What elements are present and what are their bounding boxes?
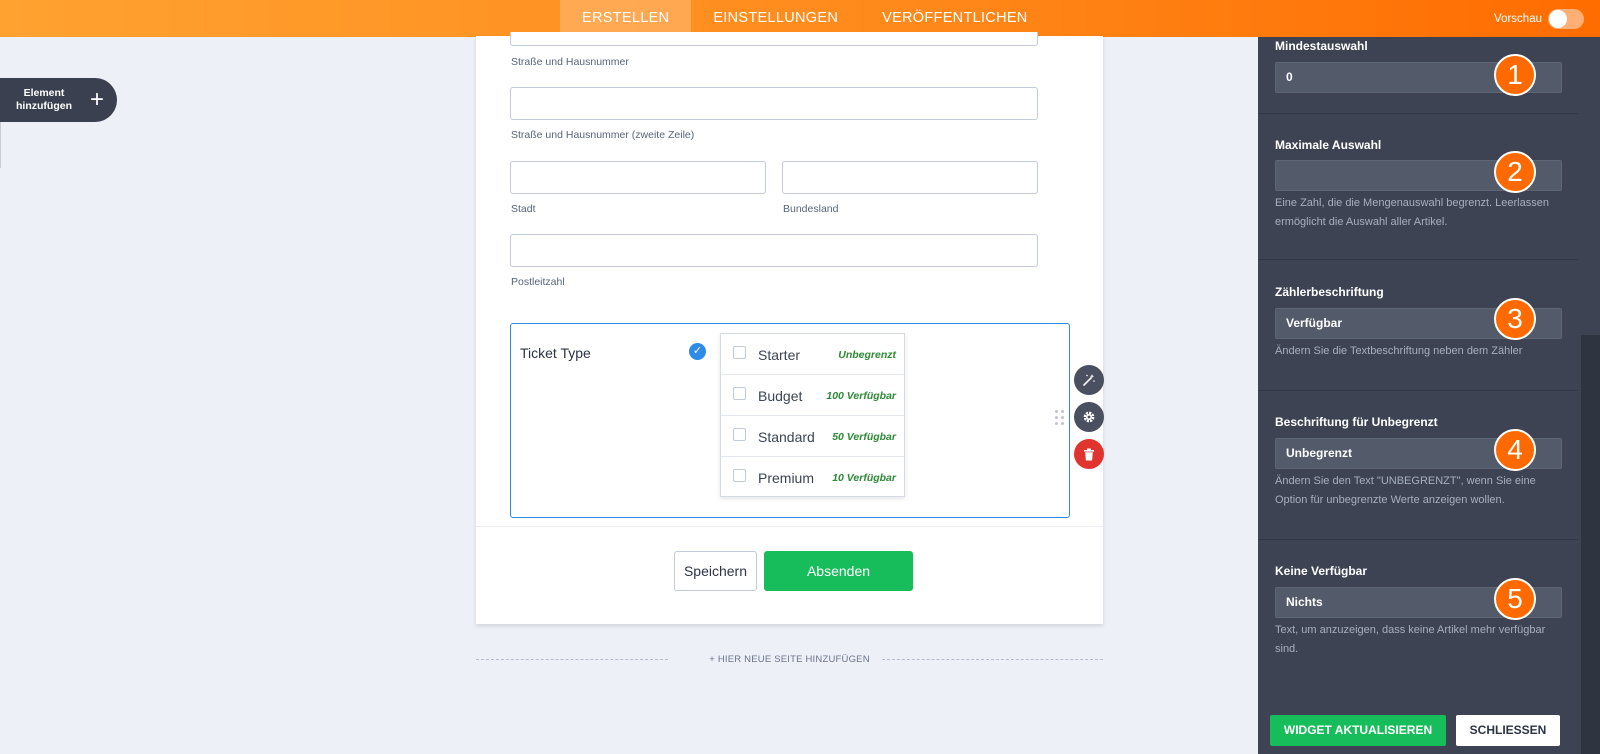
street-input[interactable] — [510, 32, 1038, 46]
preview-toggle[interactable] — [1548, 8, 1584, 29]
section-max-selection: Maximale Auswahl Eine Zahl, die die Meng… — [1258, 114, 1578, 260]
add-element-label: Element hinzufügen — [16, 87, 72, 112]
option-name: Starter — [758, 347, 801, 363]
magic-wand-icon[interactable] — [1074, 365, 1104, 395]
list-item[interactable]: Budget 100 Verfügbar — [721, 375, 904, 416]
step-badge: 2 — [1494, 151, 1536, 193]
add-element-button[interactable]: Element hinzufügen + — [0, 78, 117, 122]
checkbox[interactable] — [733, 428, 746, 441]
option-name: Budget — [758, 388, 803, 404]
update-widget-button[interactable]: WIDGET AKTUALISIEREN — [1270, 715, 1446, 746]
zip-label: Postleitzahl — [511, 276, 565, 288]
section-title: Beschriftung für Unbegrenzt — [1275, 415, 1438, 429]
step-badge: 1 — [1494, 54, 1536, 96]
ticket-type-label: Ticket Type — [520, 345, 591, 361]
add-page-label: + HIER NEUE SEITE HINZUFÜGEN — [709, 654, 870, 665]
form-card: Straße und Hausnummer Straße und Hausnum… — [476, 32, 1103, 624]
list-item[interactable]: Starter Unbegrenzt — [721, 334, 904, 375]
option-name: Premium — [758, 470, 815, 486]
state-input[interactable] — [782, 161, 1038, 194]
panel-footer: WIDGET AKTUALISIEREN SCHLIESSEN — [1258, 706, 1580, 754]
preview-control: Vorschau — [1494, 0, 1584, 37]
add-page-link[interactable]: + HIER NEUE SEITE HINZUFÜGEN — [476, 652, 1103, 668]
section-counter-label: Zählerbeschriftung Verfügbar Ändern Sie … — [1258, 260, 1578, 391]
section-unlimited-label: Beschriftung für Unbegrenzt Unbegrenzt Ä… — [1258, 391, 1578, 540]
state-label: Bundesland — [783, 203, 839, 215]
checkbox[interactable] — [733, 469, 746, 482]
section-help: Text, um anzuzeigen, dass keine Artikel … — [1275, 624, 1546, 655]
checkmark-icon: ✓ — [689, 343, 706, 360]
save-button[interactable]: Speichern — [674, 551, 757, 591]
section-min-selection: Mindestauswahl 0 1 — [1258, 37, 1578, 114]
properties-panel: Mindestauswahl 0 1 Maximale Auswahl Eine… — [1258, 37, 1600, 754]
checkbox[interactable] — [733, 387, 746, 400]
card-divider — [476, 526, 1103, 527]
gear-icon[interactable] — [1074, 402, 1104, 432]
section-title: Maximale Auswahl — [1275, 138, 1382, 152]
checkbox[interactable] — [733, 346, 746, 359]
step-badge: 3 — [1494, 298, 1536, 340]
city-input[interactable] — [510, 161, 766, 194]
section-title: Mindestauswahl — [1275, 39, 1368, 53]
close-button[interactable]: SCHLIESSEN — [1456, 715, 1560, 746]
drag-handle-icon[interactable] — [1055, 410, 1065, 426]
option-availability: 100 Verfügbar — [826, 390, 896, 402]
city-label: Stadt — [511, 203, 536, 215]
section-help: Ändern Sie den Text "UNBEGRENZT", wenn S… — [1275, 475, 1536, 506]
step-badge: 4 — [1494, 429, 1536, 471]
plus-icon: + — [90, 86, 105, 113]
list-item[interactable]: Premium 10 Verfügbar — [721, 457, 904, 498]
option-availability: 10 Verfügbar — [832, 472, 896, 484]
submit-button[interactable]: Absenden — [764, 551, 913, 591]
section-help: Eine Zahl, die die Mengenauswahl begrenz… — [1275, 197, 1549, 228]
ticket-type-field[interactable]: Ticket Type ✓ Starter Unbegrenzt Budget … — [510, 323, 1070, 518]
preview-label: Vorschau — [1494, 12, 1542, 25]
panel-scrollbar[interactable] — [1581, 335, 1600, 754]
trash-icon[interactable] — [1074, 439, 1104, 469]
section-none-available: Keine Verfügbar Nichts Text, um anzuzeig… — [1258, 540, 1578, 690]
option-name: Standard — [758, 429, 815, 445]
section-title: Zählerbeschriftung — [1275, 285, 1384, 299]
step-badge: 5 — [1494, 578, 1536, 620]
street-label: Straße und Hausnummer — [511, 56, 629, 68]
option-availability: Unbegrenzt — [838, 349, 896, 361]
street2-input[interactable] — [510, 87, 1038, 120]
option-availability: 50 Verfügbar — [832, 431, 896, 443]
section-help: Ändern Sie die Textbeschriftung neben de… — [1275, 345, 1523, 357]
list-item[interactable]: Standard 50 Verfügbar — [721, 416, 904, 457]
zip-input[interactable] — [510, 234, 1038, 267]
left-divider — [0, 122, 1, 168]
street2-label: Straße und Hausnummer (zweite Zeile) — [511, 129, 695, 141]
section-title: Keine Verfügbar — [1275, 564, 1368, 578]
ticket-options-list: Starter Unbegrenzt Budget 100 Verfügbar … — [720, 333, 905, 497]
